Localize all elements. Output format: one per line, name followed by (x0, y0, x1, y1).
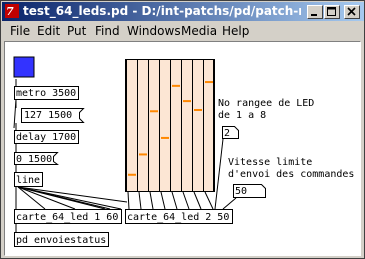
svg-text:7: 7 (6, 5, 14, 18)
object-delay[interactable]: delay 1700 (14, 130, 79, 144)
maximize-icon (327, 7, 336, 16)
menu-media[interactable]: Media (181, 24, 217, 39)
object-pd-envoiestatus-label: pd envoiestatus (16, 235, 106, 246)
message-0-1500-label: 0 1500 (16, 154, 52, 165)
slider-outlet-wires (127, 191, 214, 210)
window-title-file: test_64_leds.pd (23, 4, 129, 18)
close-icon (347, 7, 356, 16)
menu-help[interactable]: Help (222, 24, 249, 39)
object-carte-64-led-2[interactable]: carte_64_led 2 50 (125, 209, 233, 224)
message-127-1500[interactable]: 127 1500 (21, 108, 85, 123)
comment-rangee-line1: No rangee de LED (218, 98, 314, 109)
object-delay-label: delay 1700 (16, 132, 76, 143)
wire (17, 186, 76, 210)
wire (222, 197, 237, 210)
slider-bank (125, 59, 214, 192)
menu-find[interactable]: Find (95, 24, 120, 39)
number-box-row[interactable]: 2 (222, 126, 239, 140)
slider-2-wire (138, 191, 142, 210)
object-carte-64-led-1[interactable]: carte_64_led 1 60 (14, 209, 122, 224)
number-box-row-value: 2 (224, 128, 230, 139)
slider-7-knob (194, 108, 202, 111)
pd-patch-window: 7 test_64_leds.pd - D:/int-patchs/pd/pat… (0, 0, 365, 259)
close-button[interactable] (344, 5, 360, 19)
slider-8-wire (204, 191, 214, 210)
window-title: test_64_leds.pd - D:/int-patchs/pd/patch… (23, 4, 301, 19)
minimize-icon (311, 14, 317, 16)
menu-bar: File Edit Put Find Windows Media Help (2, 22, 364, 41)
slider-4-wire (160, 191, 166, 210)
pd-app-icon: 7 (5, 4, 19, 18)
slider-4-knob (161, 136, 169, 139)
menu-edit[interactable]: Edit (37, 24, 60, 39)
slider-3-wire (149, 191, 154, 210)
menu-put[interactable]: Put (67, 24, 86, 39)
bang-button[interactable] (13, 56, 35, 78)
menu-file[interactable]: File (10, 24, 30, 39)
slider-6-knob (183, 100, 191, 103)
object-line-label: line (16, 175, 40, 186)
object-carte-64-led-1-label: carte_64_led 1 60 (16, 212, 118, 223)
maximize-button[interactable] (324, 5, 340, 19)
slider-1-knob (128, 173, 136, 176)
message-127-1500-label: 127 1500 (24, 110, 72, 121)
comment-vitesse-line1: Vitesse limite (228, 157, 312, 168)
comment-rangee-line2: de 1 a 8 (218, 110, 266, 121)
comment-vitesse-line2: d'envoi des commandes (228, 169, 354, 180)
minimize-button[interactable] (307, 5, 323, 19)
object-metro-label: metro 3500 (16, 88, 76, 99)
title-bar[interactable]: 7 test_64_leds.pd - D:/int-patchs/pd/pat… (2, 2, 364, 21)
slider-8-knob (205, 81, 213, 84)
patch-svg: metro 3500 127 1500 delay 1700 0 1500 li… (13, 56, 354, 247)
number-box-speed[interactable]: 50 (233, 184, 266, 198)
number-box-speed-value: 50 (235, 186, 247, 197)
slider-5-wire (171, 191, 178, 210)
object-carte-64-led-2-label: carte_64_led 2 50 (127, 212, 229, 223)
object-line[interactable]: line (14, 172, 43, 187)
window-title-path: D:/int-patchs/pd/patch-mate... (141, 4, 301, 18)
object-pd-envoiestatus[interactable]: pd envoiestatus (14, 232, 109, 247)
slider-2-knob (139, 153, 147, 156)
patch-canvas[interactable]: metro 3500 127 1500 delay 1700 0 1500 li… (4, 41, 361, 256)
slider-7-wire (193, 191, 202, 210)
slider-6-wire (182, 191, 190, 210)
message-0-1500[interactable]: 0 1500 (14, 152, 59, 166)
object-metro[interactable]: metro 3500 (14, 86, 79, 100)
menu-windows[interactable]: Windows (127, 24, 181, 39)
slider-1-wire (127, 191, 130, 210)
wire (214, 138, 224, 210)
slider-5-knob (172, 84, 180, 87)
slider-3-knob (150, 110, 158, 113)
